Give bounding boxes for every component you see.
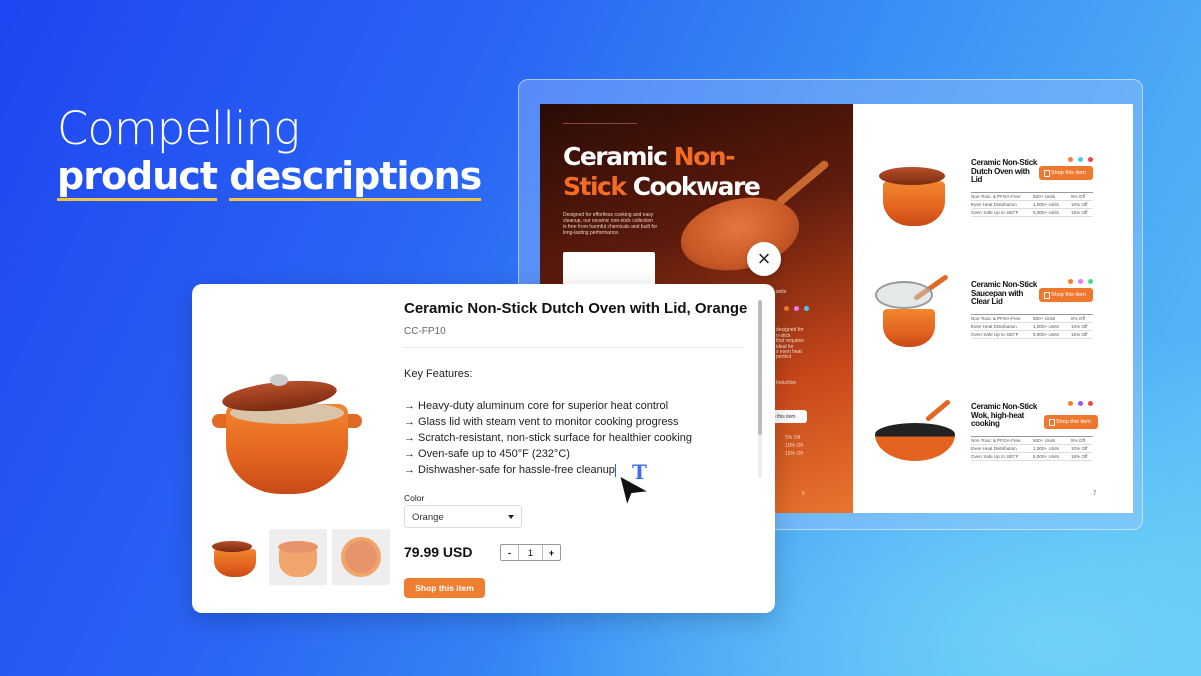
increment-button[interactable]: + [543,545,560,560]
feature-item: → Heavy-duty aluminum core for superior … [404,400,669,412]
shop-button[interactable]: Shop this item [1039,166,1093,180]
catalog-item: Ceramic Non-Stick Dutch Oven with Lid Sh… [853,149,1133,259]
spec-table: Non-Toxic & PFOA-Free 500+ Units 5% Off Eve… [971,192,1093,217]
catalog-item: Ceramic Non-Stick Saucepan with Clear Li… [853,271,1133,381]
product-image [871,273,956,351]
quantity-stepper: - 1 + [500,544,561,561]
discount: 5% Off [785,435,801,441]
text-fragment: perfect [776,354,792,360]
feature-item: → Glass lid with steam vent to monitor c… [404,416,679,428]
catalog-item: Ceramic Non-Stick Wok, high-heat cooking… [853,393,1133,503]
brochure-right-page: Ceramic Non-Stick Dutch Oven with Lid Sh… [853,104,1133,513]
spec-row: Oven Safe Up to 400°F 5,000+ Units 15% Off [971,331,1093,339]
scrollbar-thumb[interactable] [758,300,762,435]
main-product-image [212,374,362,499]
color-label: Color [404,493,425,503]
text-fragment: Induction [776,380,797,386]
divider [563,123,637,124]
spec-table: Non-Toxic & PFOA-Free 500+ Units 5% Off Eve… [971,314,1093,339]
color-dots [1068,279,1093,284]
item-title: Ceramic Non-Stick Saucepan with Clear Li… [971,280,1038,306]
headline-word: product [57,154,218,201]
thumbnail-2[interactable] [269,529,327,585]
product-description-editor[interactable]: Key Features: → Heavy-duty aluminum core… [404,366,692,478]
scrollbar[interactable] [758,300,762,478]
features-heading: Key Features: [404,368,473,380]
feature-item: → Dishwasher-safe for hassle-free cleanu… [404,464,615,476]
product-image [871,398,956,473]
product-image [871,159,956,229]
brochure-description: Designed for effortless cooking and easy… [563,212,658,236]
page-number: 6 [802,491,805,497]
color-dots [1068,157,1093,162]
decrement-button[interactable]: - [501,545,518,560]
discount: 15% Off [785,451,803,457]
close-icon[interactable]: × [747,242,781,276]
thumbnail-1[interactable] [206,529,264,585]
shop-button[interactable]: Shop this item [1039,288,1093,302]
spec-row: Even Heat Distribution 1,000+ Units 10% Of… [971,323,1093,331]
mouse-pointer-icon [617,473,653,511]
spec-row: Even Heat Distribution 1,000+ Units 10% Of… [971,201,1093,209]
feature-item: → Scratch-resistant, non-stick surface f… [404,432,692,444]
pan-handle-image [775,159,830,207]
color-dots [784,306,809,311]
spec-row: Oven Safe Up to 400°F 5,000+ Units 15% Off [971,453,1093,461]
spec-row: Even Heat Distribution 1,000+ Units 10% Of… [971,445,1093,453]
thumbnail-3[interactable] [332,529,390,585]
shop-this-item-button[interactable]: Shop this item [404,578,485,598]
page-number: 7 [1093,491,1097,497]
chevron-down-icon [508,515,514,522]
discount: 10% Off [785,443,803,449]
headline-line2: product descriptions [57,154,482,201]
shop-button[interactable]: Shop this item [1044,415,1098,429]
spec-table: Non-Toxic & PFOA-Free 500+ Units 5% Off Eve… [971,436,1093,461]
brochure-title: Ceramic Non- Stick Cookware [563,142,761,201]
feature-item: → Oven-safe up to 450°F (232°C) [404,448,570,460]
spec-row: Non-Toxic & PFOA-Free 500+ Units 5% Off [971,315,1093,323]
item-title: Ceramic Non-Stick Wok, high-heat cooking [971,402,1038,428]
spec-row: Non-Toxic & PFOA-Free 500+ Units 5% Off [971,437,1093,445]
product-title: Ceramic Non-Stick Dutch Oven with Lid, O… [404,300,748,317]
spec-row: Oven Safe Up to 400°F 5,000+ Units 15% Off [971,209,1093,217]
divider [404,347,743,348]
product-card: Ceramic Non-Stick Dutch Oven with Lid, O… [192,284,775,613]
item-title: Ceramic Non-Stick Dutch Oven with Lid [971,158,1038,184]
text-caret [614,463,616,477]
spec-row: Non-Toxic & PFOA-Free 500+ Units 5% Off [971,193,1093,201]
quantity-input[interactable]: 1 [518,545,543,560]
product-price: 79.99 USD [404,544,473,560]
product-sku: CC-FP10 [404,326,446,337]
color-dots [1068,401,1093,406]
headline-line1: Compelling [57,102,300,155]
headline-word: descriptions [229,154,482,201]
color-select[interactable]: Orange [404,505,522,528]
